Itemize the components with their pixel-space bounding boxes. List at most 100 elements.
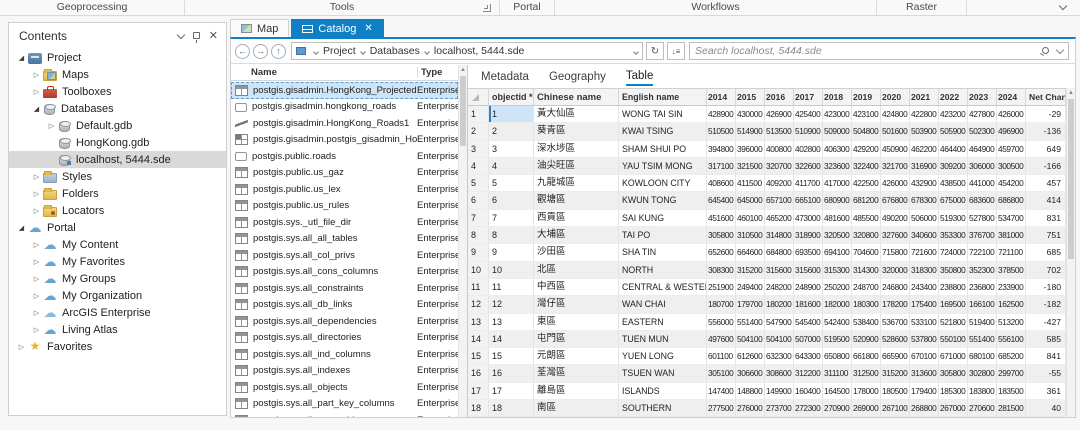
year-2021-cell[interactable]: 721600 (910, 244, 939, 260)
english-name-cell[interactable]: TUEN MUN (619, 331, 707, 347)
objectid-cell[interactable]: 2 (489, 123, 534, 139)
year-2022-cell[interactable]: 238800 (939, 279, 968, 295)
catalog-list-row[interactable]: postgis.gisadmin.HongKong_Roads1Enterpri… (231, 115, 458, 132)
year-2015-cell[interactable]: 645000 (736, 192, 765, 208)
row-number-cell[interactable]: 10 (468, 262, 489, 278)
row-number-cell[interactable]: 11 (468, 279, 489, 295)
year-2019-cell[interactable]: 312500 (852, 365, 881, 381)
english-name-cell[interactable]: KWAI TSING (619, 123, 707, 139)
search-icon[interactable] (1042, 47, 1049, 54)
year-2024-cell[interactable]: 556100 (997, 331, 1026, 347)
column-header-name[interactable]: Name (231, 67, 417, 78)
objectid-cell[interactable]: 10 (489, 262, 534, 278)
column-header-2023[interactable]: 2023 (968, 89, 997, 105)
year-2018-cell[interactable]: 694100 (823, 244, 852, 260)
tab-metadata[interactable]: Metadata (481, 68, 529, 85)
year-2023-cell[interactable]: 502300 (968, 123, 997, 139)
chinese-name-cell[interactable]: 觀塘區 (534, 192, 619, 208)
objectid-cell[interactable]: 15 (489, 348, 534, 364)
ribbon-collapse-chevron-icon[interactable] (1059, 2, 1067, 10)
row-number-cell[interactable]: 17 (468, 383, 489, 399)
net-change-cell[interactable]: 585 (1026, 331, 1066, 347)
year-2014-cell[interactable]: 510500 (707, 123, 736, 139)
expander-expanded-icon[interactable]: ◢ (15, 54, 28, 62)
year-2016-cell[interactable]: 400800 (765, 141, 794, 157)
year-2018-cell[interactable]: 320500 (823, 227, 852, 243)
objectid-cell[interactable]: 13 (489, 314, 534, 330)
expander-expanded-icon[interactable]: ◢ (30, 105, 43, 113)
year-2015-cell[interactable]: 321500 (736, 158, 765, 174)
chinese-name-cell[interactable]: 九龍城區 (534, 175, 619, 191)
year-2019-cell[interactable]: 520900 (852, 331, 881, 347)
net-change-cell[interactable]: 751 (1026, 227, 1066, 243)
year-2022-cell[interactable]: 438500 (939, 175, 968, 191)
english-name-cell[interactable]: YUEN LONG (619, 348, 707, 364)
year-2024-cell[interactable]: 162500 (997, 296, 1026, 312)
column-header-2024[interactable]: 2024 (997, 89, 1026, 105)
chinese-name-cell[interactable]: 元朗區 (534, 348, 619, 364)
dialog-launcher-icon[interactable] (483, 4, 491, 12)
year-2021-cell[interactable]: 316900 (910, 158, 939, 174)
year-2021-cell[interactable]: 313600 (910, 365, 939, 381)
year-2022-cell[interactable]: 671000 (939, 348, 968, 364)
year-2014-cell[interactable]: 601100 (707, 348, 736, 364)
tree-item-my-favorites[interactable]: ▷☁My Favorites (9, 253, 226, 270)
year-2015-cell[interactable]: 396000 (736, 141, 765, 157)
net-change-cell[interactable]: -55 (1026, 365, 1066, 381)
net-change-cell[interactable]: 841 (1026, 348, 1066, 364)
year-2014-cell[interactable]: 408600 (707, 175, 736, 191)
row-number-cell[interactable]: 13 (468, 314, 489, 330)
year-2024-cell[interactable]: 299700 (997, 365, 1026, 381)
chevron-down-icon[interactable] (360, 49, 366, 55)
year-2020-cell[interactable]: 321700 (881, 158, 910, 174)
year-2017-cell[interactable]: 510900 (794, 123, 823, 139)
year-2022-cell[interactable]: 169500 (939, 296, 968, 312)
net-change-cell[interactable]: -180 (1026, 279, 1066, 295)
english-name-cell[interactable]: EASTERN (619, 314, 707, 330)
year-2021-cell[interactable]: 175400 (910, 296, 939, 312)
year-2023-cell[interactable]: 302800 (968, 365, 997, 381)
objectid-cell[interactable]: 7 (489, 210, 534, 226)
scrollbar-thumb[interactable] (1068, 99, 1074, 259)
english-name-cell[interactable]: KWUN TONG (619, 192, 707, 208)
tree-item-project[interactable]: ◢Project (9, 49, 226, 66)
year-2018-cell[interactable]: 650800 (823, 348, 852, 364)
year-2024-cell[interactable]: 721100 (997, 244, 1026, 260)
breadcrumb-project[interactable]: Project (323, 45, 356, 57)
expander-collapsed-icon[interactable]: ▷ (30, 173, 43, 181)
expander-collapsed-icon[interactable]: ▷ (30, 326, 43, 334)
tree-item-arcgis-enterprise[interactable]: ▷☁ArcGIS Enterprise (9, 304, 226, 321)
english-name-cell[interactable]: ISLANDS (619, 383, 707, 399)
objectid-cell[interactable]: 14 (489, 331, 534, 347)
year-2024-cell[interactable]: 685200 (997, 348, 1026, 364)
chinese-name-cell[interactable]: 油尖旺區 (534, 158, 619, 174)
year-2014-cell[interactable]: 251900 (707, 279, 736, 295)
column-header-2015[interactable]: 2015 (736, 89, 765, 105)
english-name-cell[interactable]: NORTH (619, 262, 707, 278)
year-2014-cell[interactable]: 305800 (707, 227, 736, 243)
tree-item-localhost-5444-sde[interactable]: localhost, 5444.sde (9, 151, 226, 168)
year-2023-cell[interactable]: 183800 (968, 383, 997, 399)
year-2017-cell[interactable]: 507000 (794, 331, 823, 347)
year-2022-cell[interactable]: 309200 (939, 158, 968, 174)
column-header-2019[interactable]: 2019 (852, 89, 881, 105)
year-2021-cell[interactable]: 432900 (910, 175, 939, 191)
chinese-name-cell[interactable]: 中西區 (534, 279, 619, 295)
year-2023-cell[interactable]: 683600 (968, 192, 997, 208)
column-header-2014[interactable]: 2014 (707, 89, 736, 105)
column-header-chinese-name[interactable]: Chinese name (534, 89, 619, 105)
year-2017-cell[interactable]: 181600 (794, 296, 823, 312)
year-2016-cell[interactable]: 684800 (765, 244, 794, 260)
tab-table[interactable]: Table (626, 67, 654, 86)
year-2014-cell[interactable]: 180700 (707, 296, 736, 312)
back-button[interactable]: ← (235, 44, 250, 59)
year-2023-cell[interactable]: 236800 (968, 279, 997, 295)
year-2019-cell[interactable]: 180300 (852, 296, 881, 312)
year-2015-cell[interactable]: 148800 (736, 383, 765, 399)
tree-item-databases[interactable]: ◢Databases (9, 100, 226, 117)
row-number-cell[interactable]: 1 (468, 106, 489, 122)
year-2015-cell[interactable]: 276000 (736, 400, 765, 416)
year-2024-cell[interactable]: 300500 (997, 158, 1026, 174)
tree-item-favorites[interactable]: ▷★Favorites (9, 338, 226, 355)
catalog-list-row[interactable]: postgis.sys.all_constraintsEnterprise (231, 280, 458, 297)
